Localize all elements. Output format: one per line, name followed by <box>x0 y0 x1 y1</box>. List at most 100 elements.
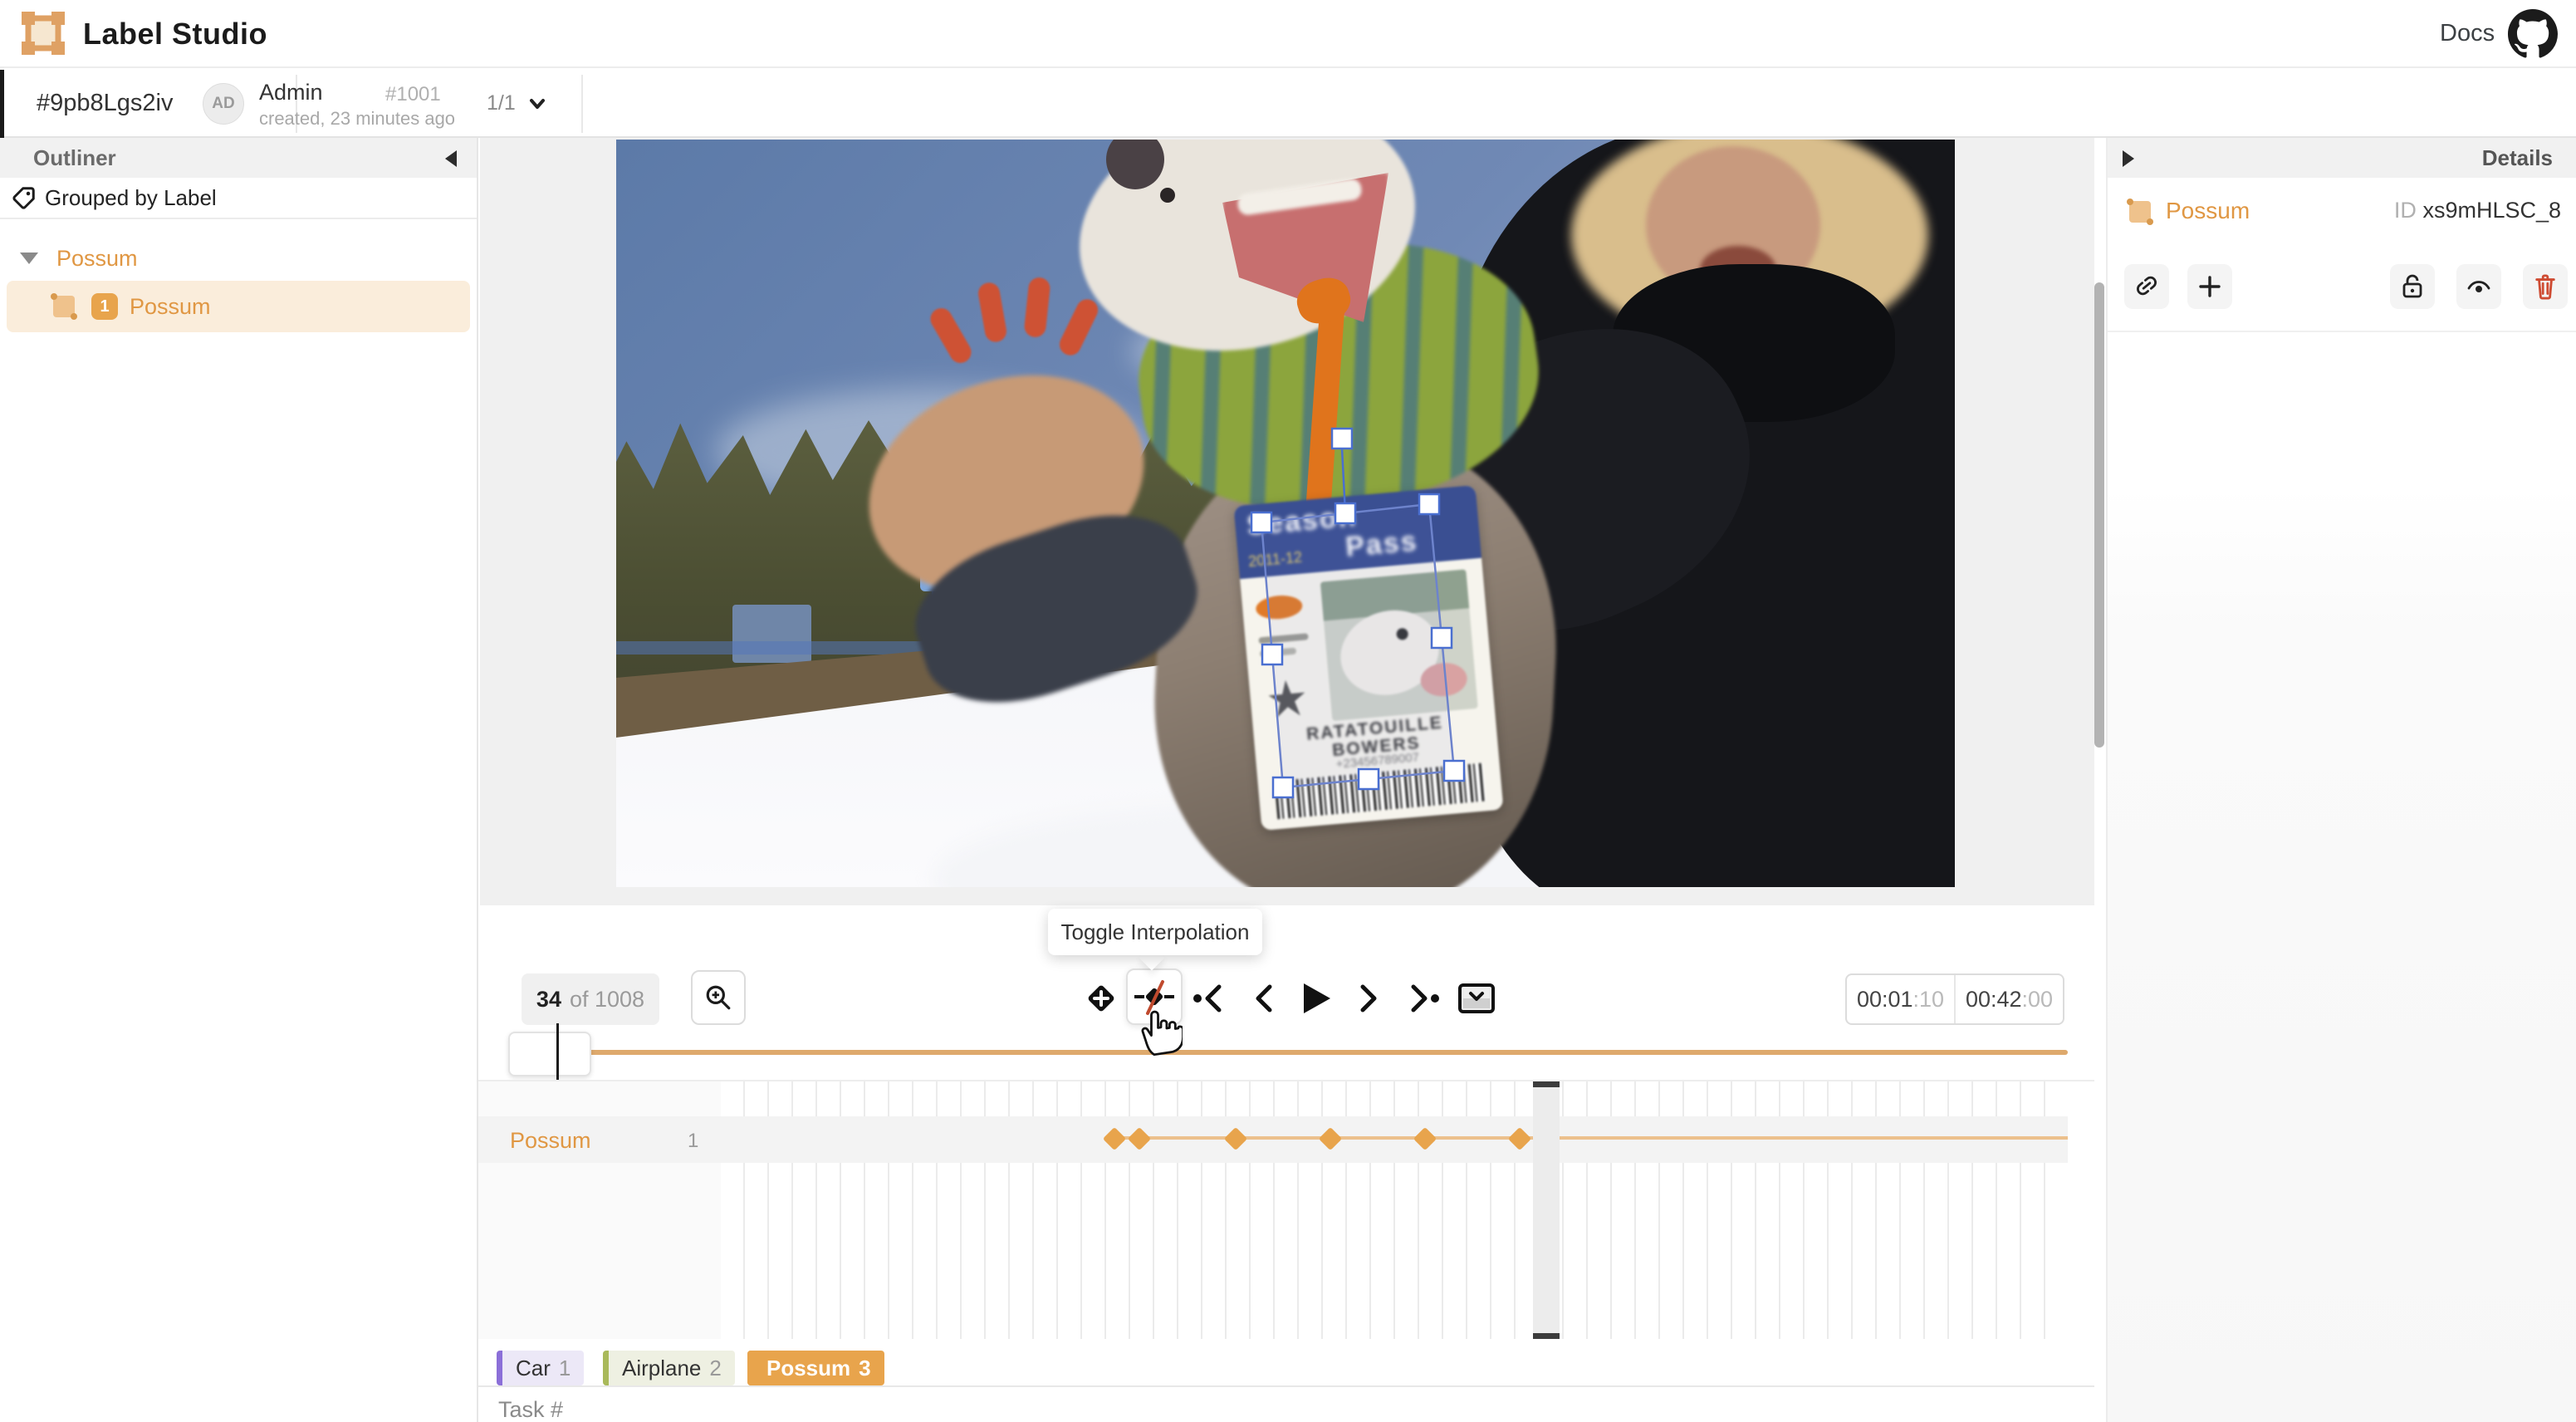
user-name: Admin <box>259 80 323 105</box>
add-relation-button[interactable] <box>2187 264 2232 309</box>
grouping-label: Grouped by Label <box>45 185 217 211</box>
chevron-right-icon <box>1358 982 1383 1015</box>
label-color-bar <box>497 1351 502 1385</box>
timeline-frames-area: Possum 1 <box>478 1080 2094 1337</box>
playhead-top-cap[interactable] <box>1533 1081 1560 1087</box>
label-chip-possum[interactable]: Possum 3 <box>747 1351 884 1385</box>
region-item-possum[interactable]: 1 Possum <box>7 281 470 332</box>
task-footer-label: Task # <box>498 1397 563 1422</box>
track-region-count: 1 <box>688 1130 698 1153</box>
total-frames: of 1008 <box>570 987 644 1013</box>
seek-window-handle[interactable] <box>508 1032 591 1076</box>
hide-region-button[interactable] <box>2456 264 2501 309</box>
bbox-handle-bl[interactable] <box>1273 777 1293 797</box>
play-icon <box>1299 980 1332 1017</box>
github-icon[interactable] <box>2508 9 2558 59</box>
rectangle-region-icon <box>48 291 80 322</box>
total-time[interactable]: 00:42:00 <box>1954 975 2063 1023</box>
current-frame[interactable]: 34 <box>536 987 561 1013</box>
created-timestamp: created, 23 minutes ago <box>259 108 455 130</box>
bbox-handle-tr[interactable] <box>1419 494 1439 514</box>
label-hotkey: 2 <box>709 1356 721 1381</box>
prev-keyframe-button[interactable] <box>1186 975 1232 1022</box>
collapse-right-icon[interactable] <box>2123 150 2134 167</box>
task-id: #9pb8Lgs2iv <box>37 90 173 117</box>
label-studio-app: Label Studio Docs #9pb8Lgs2iv AD Admin #… <box>0 0 2576 1422</box>
user-avatar[interactable]: AD <box>203 83 244 125</box>
label-name: Car <box>516 1356 551 1381</box>
divider <box>478 1385 2094 1387</box>
delete-region-button[interactable] <box>2523 264 2568 309</box>
magnifier-plus-icon <box>704 983 732 1012</box>
rotation-handle[interactable] <box>1332 429 1352 449</box>
collapse-left-icon[interactable] <box>445 150 457 167</box>
task-toolbar: #9pb8Lgs2iv AD Admin #1001 created, 23 m… <box>0 70 2576 138</box>
next-keyframe-icon <box>1405 982 1442 1015</box>
frame-counter[interactable]: 34 of 1008 <box>522 973 659 1025</box>
video-frame[interactable]: Season Pass 2011-12 RATATOUILLE BOWERS +… <box>616 140 1955 887</box>
bbox-handle-rm[interactable] <box>1432 628 1452 648</box>
trash-icon <box>2533 273 2558 300</box>
lock-icon <box>2400 273 2425 300</box>
seek-bar[interactable] <box>528 1050 2068 1055</box>
link-region-button[interactable] <box>2124 264 2169 309</box>
prev-keyframe-icon <box>1191 982 1227 1015</box>
label-color-bar <box>747 1351 753 1385</box>
label-color-bar <box>603 1351 609 1385</box>
outliner-sidebar: Outliner Grouped by Label Possum 1 Possu… <box>0 138 478 1422</box>
docs-link[interactable]: Docs <box>2440 20 2495 47</box>
seek-playhead[interactable] <box>556 1023 559 1083</box>
region-id-label: ID <box>2394 198 2417 223</box>
current-time-frames: :10 <box>1913 987 1945 1013</box>
possum-track-row <box>478 1116 2068 1163</box>
timeline-view-button[interactable] <box>1453 975 1500 1022</box>
mouse-cursor <box>1139 1007 1183 1057</box>
divider <box>2108 331 2576 332</box>
bbox-annotation[interactable] <box>616 140 1955 887</box>
zoom-in-button[interactable] <box>691 970 746 1025</box>
next-frame-button[interactable] <box>1347 975 1393 1022</box>
scrollbar-thumb[interactable] <box>2094 282 2104 748</box>
outliner-title: Outliner <box>33 145 116 171</box>
bbox-handle-bm[interactable] <box>1359 769 1379 789</box>
prev-frame-button[interactable] <box>1239 975 1286 1022</box>
divider <box>581 75 583 133</box>
total-time-main: 00:42 <box>1966 987 2022 1013</box>
play-button[interactable] <box>1292 975 1339 1022</box>
details-header: Details <box>2108 138 2576 178</box>
boxed-chevron-down-icon <box>1457 982 1496 1015</box>
region-name: Possum <box>130 294 211 320</box>
chevron-down-icon[interactable] <box>528 95 546 113</box>
lock-region-button[interactable] <box>2390 264 2435 309</box>
bbox-handle-br[interactable] <box>1444 761 1464 781</box>
add-keyframe-button[interactable] <box>1078 975 1124 1022</box>
bbox-region[interactable] <box>1261 504 1454 787</box>
eye-icon <box>2466 275 2492 298</box>
playhead-bottom-cap[interactable] <box>1533 1333 1560 1339</box>
track-label[interactable]: Possum <box>510 1128 591 1154</box>
current-time-main: 00:01 <box>1857 987 1913 1013</box>
grouping-selector[interactable]: Grouped by Label <box>0 178 477 219</box>
annotation-pager: 1/1 <box>487 91 516 115</box>
caret-down-icon[interactable] <box>20 253 38 264</box>
label-group-name: Possum <box>56 246 138 272</box>
label-studio-logo-icon[interactable] <box>22 12 65 55</box>
region-id: ID xs9mHLSC_8 <box>2394 198 2561 223</box>
label-name: Possum <box>766 1356 850 1381</box>
bbox-handle-tl[interactable] <box>1251 512 1271 532</box>
bbox-handle-lm[interactable] <box>1262 645 1282 664</box>
outliner-header: Outliner <box>0 138 477 178</box>
bbox-handle-tm[interactable] <box>1335 503 1355 523</box>
left-edge-strip <box>0 70 4 138</box>
time-display: 00:01:10 00:42:00 <box>1845 973 2064 1025</box>
label-chip-airplane[interactable]: Airplane 2 <box>603 1351 735 1385</box>
label-group-possum[interactable]: Possum <box>0 239 477 277</box>
region-id-value: xs9mHLSC_8 <box>2422 198 2561 223</box>
current-time[interactable]: 00:01:10 <box>1847 975 1954 1023</box>
tooltip: Toggle Interpolation <box>1048 909 1262 955</box>
next-keyframe-button[interactable] <box>1400 975 1447 1022</box>
selected-region-label: Possum <box>2166 198 2250 224</box>
label-chip-car[interactable]: Car 1 <box>497 1351 584 1385</box>
timeline-playhead[interactable] <box>1533 1081 1560 1339</box>
plus-icon <box>2197 274 2222 299</box>
